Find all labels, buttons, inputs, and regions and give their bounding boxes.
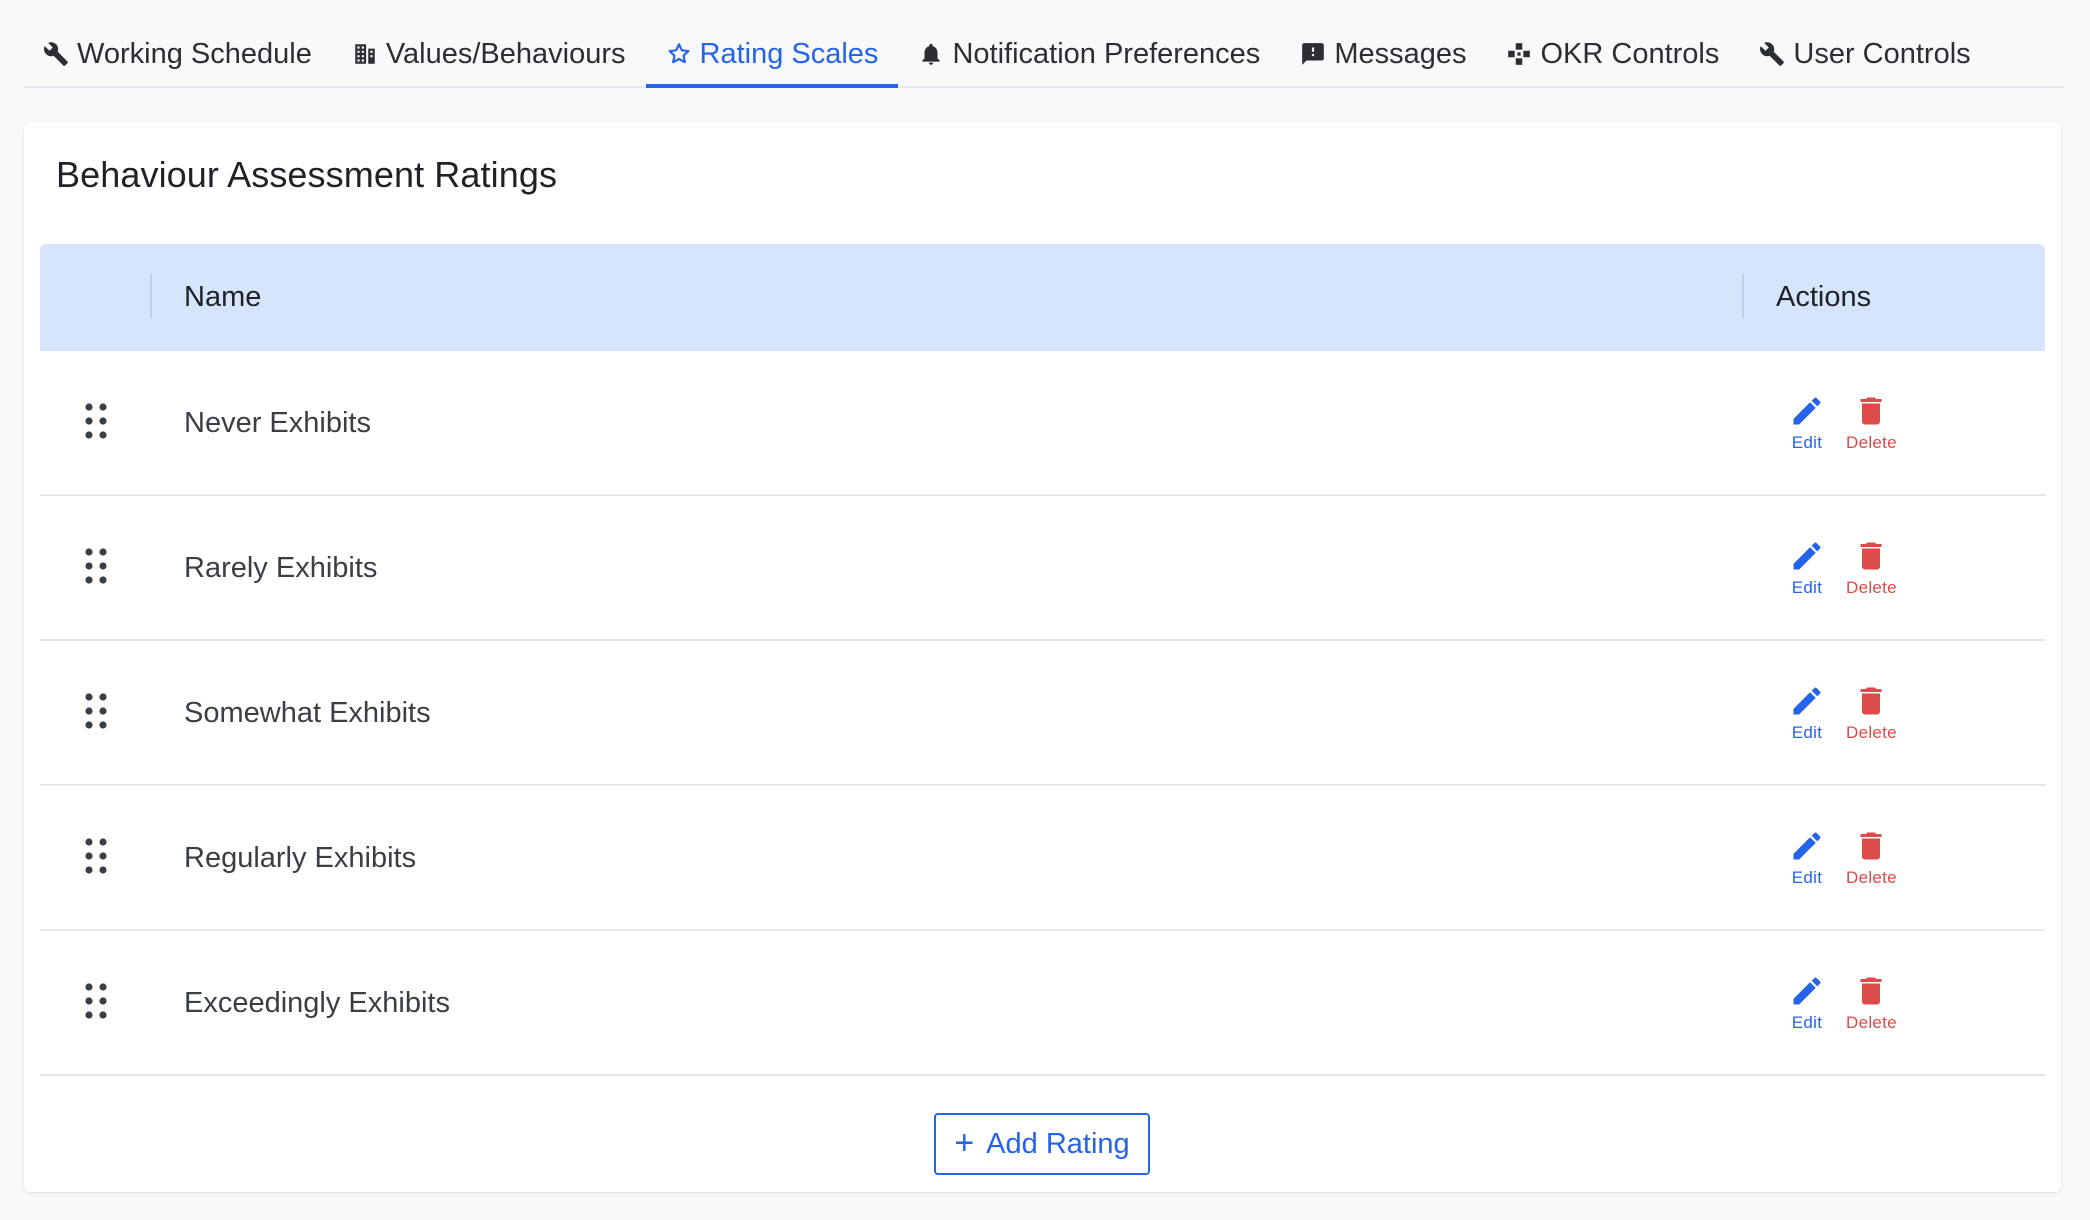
tab-label: Messages	[1334, 37, 1467, 70]
edit-button[interactable]: Edit	[1789, 828, 1825, 888]
delete-button[interactable]: Delete	[1846, 683, 1897, 743]
wrench-icon	[1759, 41, 1785, 67]
delete-button[interactable]: Delete	[1846, 393, 1897, 453]
rating-name: Regularly Exhibits	[184, 842, 417, 874]
edit-button[interactable]: Edit	[1789, 973, 1825, 1033]
edit-label: Edit	[1791, 868, 1823, 887]
trash-icon	[1853, 538, 1889, 574]
delete-label: Delete	[1846, 723, 1897, 742]
delete-label: Delete	[1846, 578, 1897, 597]
rating-name: Rarely Exhibits	[184, 552, 378, 584]
trash-icon	[1853, 683, 1889, 719]
tab-label: User Controls	[1793, 37, 1971, 70]
pencil-icon	[1789, 683, 1825, 719]
column-divider	[1742, 274, 1744, 318]
delete-label: Delete	[1846, 868, 1897, 887]
delete-button[interactable]: Delete	[1846, 538, 1897, 598]
table-row: Exceedingly Exhibits Edit Delete	[40, 931, 2045, 1076]
add-rating-label: Add Rating	[986, 1127, 1130, 1160]
edit-button[interactable]: Edit	[1789, 683, 1825, 743]
wrench-icon	[43, 41, 69, 67]
column-header-name[interactable]: Name	[184, 244, 261, 351]
table-row: Somewhat Exhibits Edit Delete	[40, 641, 2045, 786]
drag-handle-icon[interactable]	[82, 981, 110, 1021]
table-header: Name Actions	[40, 244, 2045, 351]
tab-messages[interactable]: Messages	[1280, 22, 1486, 86]
ratings-card: Behaviour Assessment Ratings Name Action…	[24, 122, 2061, 1192]
edit-button[interactable]: Edit	[1789, 393, 1825, 453]
add-rating-button[interactable]: + Add Rating	[934, 1113, 1150, 1175]
tab-user-controls[interactable]: User Controls	[1739, 22, 1990, 86]
delete-label: Delete	[1846, 433, 1897, 452]
edit-label: Edit	[1791, 723, 1823, 742]
trash-icon	[1853, 973, 1889, 1009]
settings-tabs: Working Schedule Values/Behaviours Ratin…	[23, 22, 2063, 88]
pencil-icon	[1789, 973, 1825, 1009]
edit-label: Edit	[1791, 1013, 1823, 1032]
card-title: Behaviour Assessment Ratings	[56, 154, 558, 195]
page: Working Schedule Values/Behaviours Ratin…	[0, 0, 2090, 1220]
edit-label: Edit	[1791, 578, 1823, 597]
delete-label: Delete	[1846, 1013, 1897, 1032]
nodes-icon	[1506, 41, 1532, 67]
delete-button[interactable]: Delete	[1846, 973, 1897, 1033]
tab-rating-scales[interactable]: Rating Scales	[645, 22, 899, 88]
pencil-icon	[1789, 538, 1825, 574]
edit-label: Edit	[1791, 433, 1823, 452]
star-icon	[666, 41, 692, 67]
message-icon	[1300, 41, 1326, 67]
plus-icon: +	[954, 1123, 975, 1162]
pencil-icon	[1789, 828, 1825, 864]
drag-handle-icon[interactable]	[82, 691, 110, 731]
trash-icon	[1853, 393, 1889, 429]
building-icon	[352, 41, 378, 67]
delete-button[interactable]: Delete	[1846, 828, 1897, 888]
tab-values-behaviours[interactable]: Values/Behaviours	[332, 22, 646, 86]
rating-name: Somewhat Exhibits	[184, 697, 431, 729]
tab-label: OKR Controls	[1540, 37, 1720, 70]
table-row: Rarely Exhibits Edit Delete	[40, 496, 2045, 641]
table-row: Regularly Exhibits Edit Delete	[40, 786, 2045, 931]
pencil-icon	[1789, 393, 1825, 429]
rating-name: Exceedingly Exhibits	[184, 987, 450, 1019]
trash-icon	[1853, 828, 1889, 864]
tab-okr-controls[interactable]: OKR Controls	[1486, 22, 1739, 86]
rating-name: Never Exhibits	[184, 407, 371, 439]
column-divider	[150, 274, 152, 318]
tab-label: Notification Preferences	[952, 37, 1261, 70]
tab-label: Working Schedule	[77, 37, 312, 70]
bell-icon	[918, 41, 944, 67]
tab-working-schedule[interactable]: Working Schedule	[23, 22, 332, 86]
drag-handle-icon[interactable]	[82, 546, 110, 586]
drag-handle-icon[interactable]	[82, 401, 110, 441]
drag-handle-icon[interactable]	[82, 836, 110, 876]
table-row: Never Exhibits Edit Delete	[40, 351, 2045, 496]
tab-label: Values/Behaviours	[385, 37, 626, 70]
column-header-actions: Actions	[1776, 281, 1872, 313]
edit-button[interactable]: Edit	[1789, 538, 1825, 598]
tab-label: Rating Scales	[699, 37, 879, 70]
ratings-table: Name Actions Never Exhibits Edit Delete …	[40, 244, 2045, 1076]
tab-notification-preferences[interactable]: Notification Preferences	[898, 22, 1280, 86]
